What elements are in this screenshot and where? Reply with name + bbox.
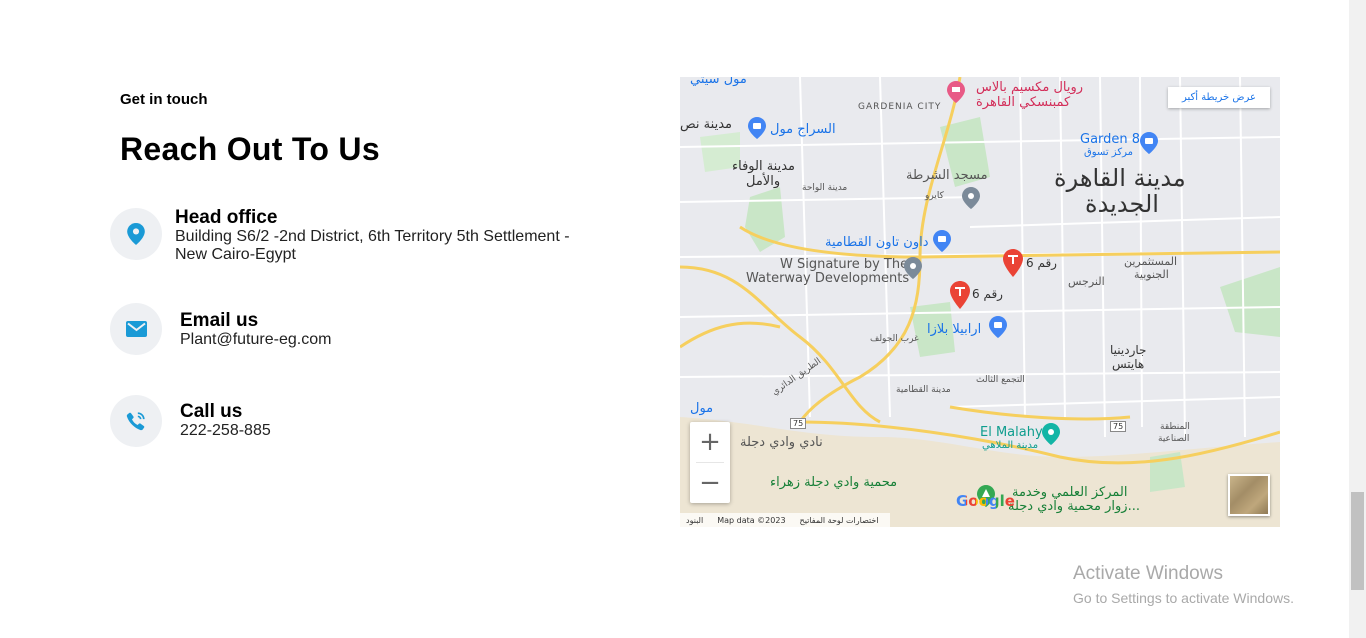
map-label-madinat-nasr: مدينة نص [680,117,732,132]
contact-email: Email us Plant@future-eg.com [110,303,331,355]
map-label-wadi-reserve: محمية وادي دجلة زهراء [770,475,898,490]
get-in-touch-label: Get in touch [120,91,208,108]
restaurant-pin-icon[interactable] [950,281,970,309]
map-base [680,77,1280,527]
map-label-raqam-1: رقم 6 [1026,256,1057,270]
map-label-cairo-festival: كايرو [925,191,944,201]
shopping-pin-icon[interactable] [933,230,951,252]
hotel-pin-icon[interactable] [947,81,965,103]
map-label-gardenia: GARDENIA CITY [858,102,942,112]
windows-activation-watermark: Activate Windows Go to Settings to activ… [1073,563,1294,606]
activate-windows-subtitle: Go to Settings to activate Windows. [1073,590,1294,606]
restaurant-pin-icon[interactable] [1003,249,1023,277]
map-data-attribution: Map data ©2023 [717,515,786,525]
map-label-wafaa-2: والأمل [746,174,781,189]
shopping-pin-icon[interactable] [1140,132,1158,154]
map-label-mostashmereen-2: الجنوبية [1134,268,1169,281]
shopping-pin-icon[interactable] [989,316,1007,338]
email-title: Email us [180,310,259,331]
map-label-arabella: ارابيلا بلازا [927,322,982,337]
map-label-industrial-2: الصناعية [1158,434,1190,444]
view-larger-map-link[interactable]: عرض خريطة أكبر [1167,87,1270,108]
location-icon-circle [110,208,162,260]
road-75-shield-a: 75 [790,418,807,429]
road-75-shield-b: 75 [1110,421,1127,432]
scrollbar-thumb[interactable] [1351,492,1364,590]
map-label-mostashmereen: المستثمرين [1124,255,1178,268]
map-label-royal: رويال مكسيم بالاس [976,80,1084,95]
map-label-garden8: Garden 8 [1080,132,1141,147]
map-label-raqam-2: رقم 6 [972,287,1003,301]
email-icon-circle [110,303,162,355]
map-label-malahy: El Malahy [980,425,1043,440]
place-pin-icon[interactable] [904,257,922,279]
activate-windows-title: Activate Windows [1073,563,1223,584]
email-value[interactable]: Plant@future-eg.com [180,331,331,349]
map-terms-link[interactable]: البنود [686,516,703,525]
page-title: Reach Out To Us [120,131,380,167]
map-label-cairo-new-2: الجديدة [1085,190,1159,218]
page-scrollbar[interactable] [1349,0,1366,638]
map-label-garden-heights-2: هايتس [1112,357,1145,371]
map-attribution-bar: البنود Map data ©2023 اختصارات لوحة المف… [680,513,890,527]
map-label-golf: غرب الجولف [870,334,919,344]
contact-head-office: Head office Building S6/2 -2nd District,… [110,208,585,264]
map-label-city-mall: مول سيتي [690,77,747,87]
map-label-tagamo: التجمع الثالث [976,375,1025,385]
map-label-kempinski: كمبنسكي القاهرة [976,95,1071,110]
contact-phone: Call us 222-258-885 [110,395,271,447]
map-label-narges: النرجس [1068,275,1105,288]
map-zoom-control: + − [690,422,730,503]
amusement-park-pin-icon[interactable] [1042,423,1060,445]
phone-title: Call us [180,401,243,422]
embedded-map[interactable]: عرض خريطة أكبر مدينة القاهرة الجديدة روي… [680,77,1280,527]
head-office-title: Head office [175,207,278,228]
map-label-science: المركز العلمي وخدمة [1012,485,1128,500]
map-label-kattameya: مدينة القطامية [896,385,951,395]
map-label-w-signature: W Signature by The [780,257,909,272]
keyboard-shortcuts-link[interactable]: اختصارات لوحة المفاتيح [800,516,879,525]
map-label-downtown: داون تاون القطامية [825,235,929,250]
map-label-siraj: السراج مول [770,122,836,137]
map-label-cairo-new: مدينة القاهرة [1054,164,1186,192]
map-label-garden8-2: مركز تسوق [1084,147,1133,158]
zoom-out-button[interactable]: − [690,463,730,503]
zoom-in-button[interactable]: + [690,422,730,462]
map-label-science-2: زوار محمية وادي دجلة... [1008,499,1140,514]
map-label-wafaa: مدينة الوفاء [732,159,796,174]
head-office-address: Building S6/2 -2nd District, 6th Territo… [175,228,570,263]
mosque-pin-icon[interactable] [962,187,980,209]
map-label-industrial: المنطقة [1160,422,1190,432]
map-label-malahy-2: مدينة الملاهي [982,440,1039,451]
map-label-wadi-club: نادي وادي دجلة [740,435,823,450]
shopping-pin-icon[interactable] [748,117,766,139]
map-label-wahat: مدينة الواحة [802,183,848,193]
google-logo: Google [956,492,1015,510]
map-label-police: مسجد الشرطة [906,168,988,183]
phone-icon [126,412,145,431]
map-label-garden-heights: جاردينيا [1110,343,1147,357]
map-label-mall-bottom: مول [690,401,714,416]
satellite-toggle-button[interactable] [1228,474,1270,516]
location-pin-icon [127,223,145,245]
phone-value[interactable]: 222-258-885 [180,422,271,440]
map-label-w-signature-2: Waterway Developments [746,271,910,286]
envelope-icon [125,321,147,337]
phone-icon-circle [110,395,162,447]
